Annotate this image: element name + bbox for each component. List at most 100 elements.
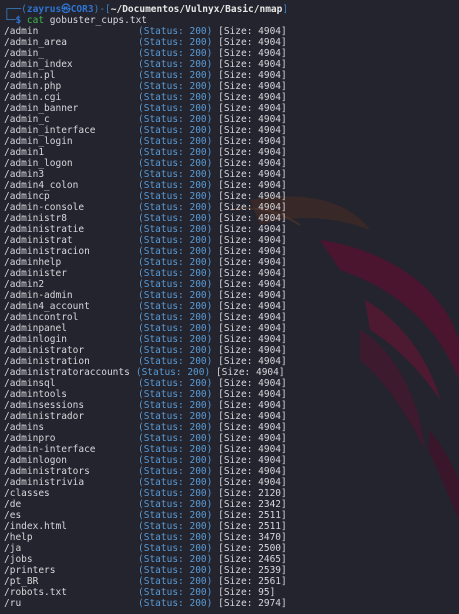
result-path: /pt_BR	[4, 576, 39, 587]
result-status: (Status: 200)	[138, 334, 213, 345]
result-row: /ja (Status: 200) [Size: 2500]	[4, 543, 459, 554]
result-path: /administratie	[4, 224, 85, 235]
result-size: [Size: 2342]	[218, 499, 287, 510]
result-row: /adminsql (Status: 200) [Size: 4904]	[4, 378, 459, 389]
result-status: (Status: 200)	[138, 103, 213, 114]
result-row: /es (Status: 200) [Size: 2511]	[4, 510, 459, 521]
result-size: [Size: 4904]	[218, 114, 287, 125]
result-path: /ru	[4, 598, 22, 609]
result-status: (Status: 200)	[138, 235, 213, 246]
result-status: (Status: 200)	[138, 455, 213, 466]
result-status: (Status: 200)	[138, 81, 213, 92]
result-size: [Size: 4904]	[218, 433, 287, 444]
result-status: (Status: 200)	[138, 488, 213, 499]
result-row: /index.html (Status: 200) [Size: 2511]	[4, 521, 459, 532]
result-path: /printers	[4, 565, 56, 576]
result-size: [Size: 4904]	[218, 158, 287, 169]
result-path: /administr8	[4, 213, 67, 224]
result-row: /admin_interface (Status: 200) [Size: 490…	[4, 125, 459, 136]
result-status: (Status: 200)	[138, 158, 213, 169]
result-status: (Status: 200)	[138, 191, 213, 202]
result-status: (Status: 200)	[138, 70, 213, 81]
result-status: (Status: 200)	[138, 400, 213, 411]
result-size: [Size: 4904]	[218, 59, 287, 70]
result-path: /admin-admin	[4, 290, 73, 301]
result-row: /classes (Status: 200) [Size: 2120]	[4, 488, 459, 499]
result-row: /admintools (Status: 200) [Size: 4904]	[4, 389, 459, 400]
prompt-bracket: ┌──(	[4, 4, 27, 15]
result-row: /administrivia (Status: 200) [Size: 4904]	[4, 477, 459, 488]
result-path: /administrador	[4, 411, 85, 422]
result-size: [Size: 2120]	[218, 488, 287, 499]
result-path: /administratoraccounts	[4, 367, 130, 378]
result-status: (Status: 200)	[138, 565, 213, 576]
result-path: /administrivia	[4, 477, 85, 488]
result-size: [Size: 2465]	[218, 554, 287, 565]
result-status: (Status: 200)	[138, 257, 213, 268]
result-status: (Status: 200)	[138, 290, 213, 301]
result-row: /admin1 (Status: 200) [Size: 4904]	[4, 147, 459, 158]
result-status: (Status: 200)	[138, 114, 213, 125]
result-row: /admin_login (Status: 200) [Size: 4904]	[4, 136, 459, 147]
result-path: /admin_area	[4, 37, 67, 48]
result-path: /admin4_account	[4, 301, 90, 312]
result-size: [Size: 4904]	[218, 279, 287, 290]
result-row: /admin-admin (Status: 200) [Size: 4904]	[4, 290, 459, 301]
result-path: /adminsql	[4, 378, 56, 389]
result-row: /administratie (Status: 200) [Size: 4904]	[4, 224, 459, 235]
result-row: /administrat (Status: 200) [Size: 4904]	[4, 235, 459, 246]
result-size: [Size: 4904]	[218, 246, 287, 257]
result-status: (Status: 200)	[138, 37, 213, 48]
result-status: (Status: 200)	[138, 576, 213, 587]
result-size: [Size: 4904]	[218, 301, 287, 312]
terminal-window[interactable]: ┌──(zayrus㉿COR3)-[~/Documentos/Vulnyx/Ba…	[0, 0, 459, 614]
result-size: [Size: 4904]	[218, 411, 287, 422]
result-row: /admincontrol (Status: 200) [Size: 4904]	[4, 312, 459, 323]
gobuster-results: /admin (Status: 200) [Size: 4904]/admin_a…	[4, 26, 459, 609]
command-name: cat	[26, 15, 45, 26]
result-row: /jobs (Status: 200) [Size: 2465]	[4, 554, 459, 565]
result-size: [Size: 4904]	[218, 169, 287, 180]
result-size: [Size: 3470]	[218, 532, 287, 543]
result-path: /adminsessions	[4, 400, 85, 411]
result-size: [Size: 4904]	[218, 422, 287, 433]
result-row: /admin.cgi (Status: 200) [Size: 4904]	[4, 92, 459, 103]
result-path: /admin_index	[4, 59, 73, 70]
result-status: (Status: 200)	[138, 499, 213, 510]
result-size: [Size: 2561]	[218, 576, 287, 587]
result-status: (Status: 200)	[138, 345, 213, 356]
result-status: (Status: 200)	[138, 224, 213, 235]
result-status: (Status: 200)	[138, 510, 213, 521]
result-path: /admin4_colon	[4, 180, 79, 191]
result-row: /admin_area (Status: 200) [Size: 4904]	[4, 37, 459, 48]
result-path: /administrat	[4, 235, 73, 246]
result-status: (Status: 200)	[138, 411, 213, 422]
result-path: /admin.php	[4, 81, 62, 92]
result-size: [Size: 4904]	[218, 202, 287, 213]
result-status: (Status: 200)	[138, 356, 213, 367]
result-status: (Status: 200)	[138, 213, 213, 224]
result-status: (Status: 200)	[138, 268, 213, 279]
result-size: [Size: 4904]	[218, 37, 287, 48]
result-row: /administrador (Status: 200) [Size: 4904]	[4, 411, 459, 422]
result-status: (Status: 200)	[138, 301, 213, 312]
result-path: /adminlogon	[4, 455, 67, 466]
result-path: /adminhelp	[4, 257, 62, 268]
result-path: /admin_c	[4, 114, 50, 125]
result-size: [Size: 4904]	[218, 356, 287, 367]
prompt-user-host: zayrus㉿COR3	[26, 4, 94, 15]
result-size: [Size: 4904]	[218, 466, 287, 477]
result-size: [Size: 4904]	[218, 455, 287, 466]
result-size: [Size: 4904]	[218, 323, 287, 334]
result-size: [Size: 95]	[218, 587, 276, 598]
result-row: /adminlogon (Status: 200) [Size: 4904]	[4, 455, 459, 466]
result-path: /admincp	[4, 191, 50, 202]
result-path: /admincontrol	[4, 312, 79, 323]
prompt-dollar: $	[15, 15, 27, 26]
result-size: [Size: 4904]	[218, 389, 287, 400]
result-path: /admin	[4, 26, 39, 37]
result-status: (Status: 200)	[138, 279, 213, 290]
result-status: (Status: 200)	[138, 378, 213, 389]
result-size: [Size: 4904]	[218, 477, 287, 488]
result-path: /administrators	[4, 466, 90, 477]
